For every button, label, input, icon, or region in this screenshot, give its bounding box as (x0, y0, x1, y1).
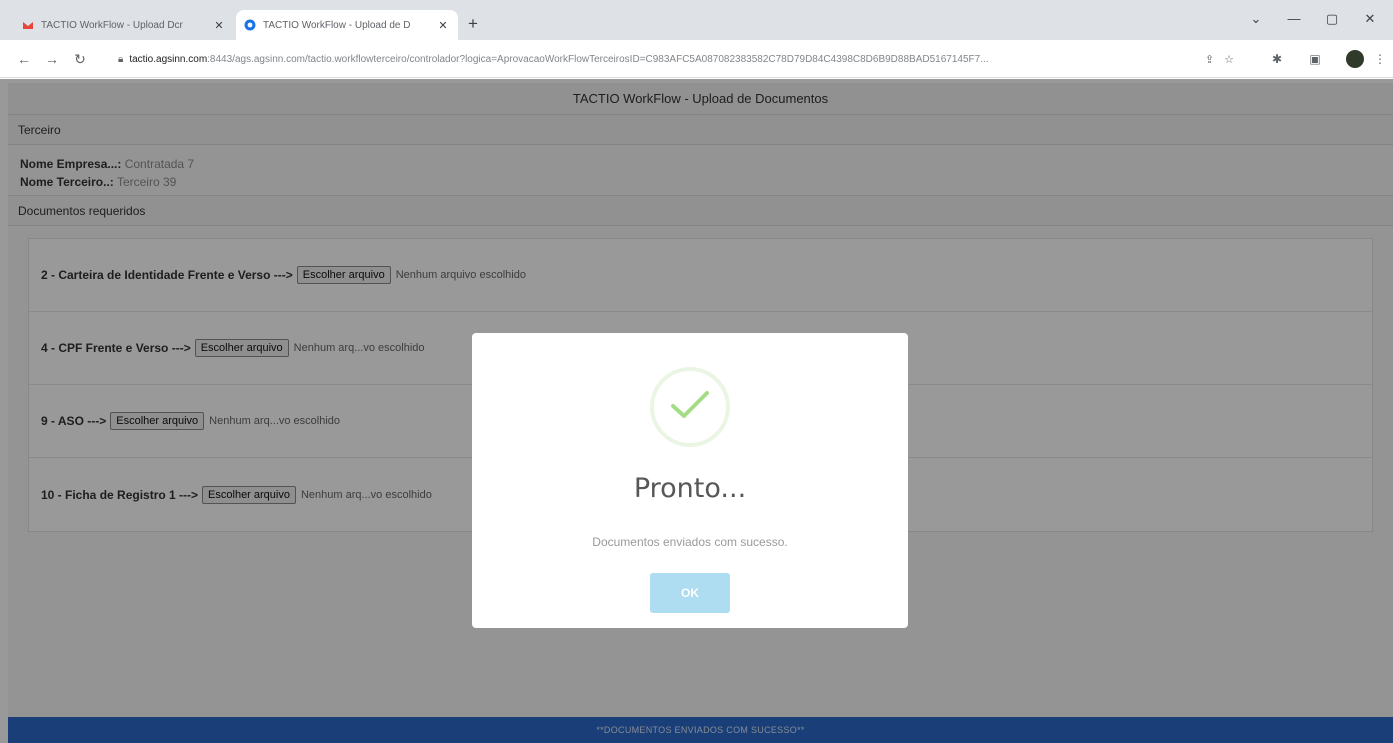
tab-title: TACTIO WorkFlow - Upload Dcr (41, 19, 183, 31)
minimize-icon[interactable]: — (1278, 8, 1310, 30)
tab-close-icon[interactable]: ✕ (436, 19, 450, 32)
lock-icon[interactable]: 🔒︎ (118, 54, 123, 65)
reload-icon[interactable]: ↻ (70, 49, 90, 69)
address-url: tactio.agsinn.com:8443/ags.agsinn.com/ta… (129, 54, 1195, 65)
success-dialog: Pronto... Documentos enviados com sucess… (472, 333, 908, 628)
checkmark-icon (671, 391, 709, 418)
gmail-favicon-icon (23, 22, 33, 29)
dialog-title: Pronto... (633, 473, 747, 504)
forward-arrow-icon[interactable]: → (42, 49, 62, 69)
star-icon[interactable]: ☆ (1224, 53, 1234, 66)
address-bar[interactable]: 🔒︎ tactio.agsinn.com:8443/ags.agsinn.com… (110, 46, 1242, 72)
menu-kebab-icon[interactable]: ⋮ (1374, 50, 1386, 68)
maximize-icon[interactable]: ▢ (1316, 8, 1348, 30)
browser-toolbar: ← → ↻ 🔒︎ tactio.agsinn.com:8443/ags.agsi… (0, 40, 1393, 78)
url-host: tactio.agsinn.com (129, 53, 208, 65)
back-arrow-icon[interactable]: ← (14, 49, 34, 69)
browser-tab-1[interactable]: TACTIO WorkFlow - Upload Dcr ✕ (14, 10, 234, 40)
browser-tab-2[interactable]: TACTIO WorkFlow - Upload de D ✕ (236, 10, 458, 40)
modal-overlay[interactable]: Pronto... Documentos enviados com sucess… (0, 79, 1393, 743)
ok-button[interactable]: OK (650, 573, 730, 613)
site-favicon-icon (244, 19, 256, 31)
success-check-icon (650, 367, 730, 447)
tab-title: TACTIO WorkFlow - Upload de D (263, 19, 411, 31)
share-icon[interactable]: ⇪ (1205, 53, 1214, 66)
url-path: :8443/ags.agsinn.com/tactio.workflowterc… (207, 53, 989, 65)
sidebar-icon[interactable]: ▣ (1306, 50, 1324, 68)
tab-search-icon[interactable]: ⌄ (1240, 8, 1272, 30)
browser-tab-strip: TACTIO WorkFlow - Upload Dcr ✕ TACTIO Wo… (0, 0, 1393, 40)
tab-close-icon[interactable]: ✕ (212, 19, 226, 32)
extensions-icon[interactable]: ✱ (1268, 50, 1286, 68)
dialog-message: Documentos enviados com sucesso. (592, 535, 788, 549)
close-window-icon[interactable]: ✕ (1354, 8, 1386, 30)
profile-avatar-icon[interactable] (1346, 50, 1364, 68)
new-tab-button[interactable]: + (462, 13, 484, 35)
